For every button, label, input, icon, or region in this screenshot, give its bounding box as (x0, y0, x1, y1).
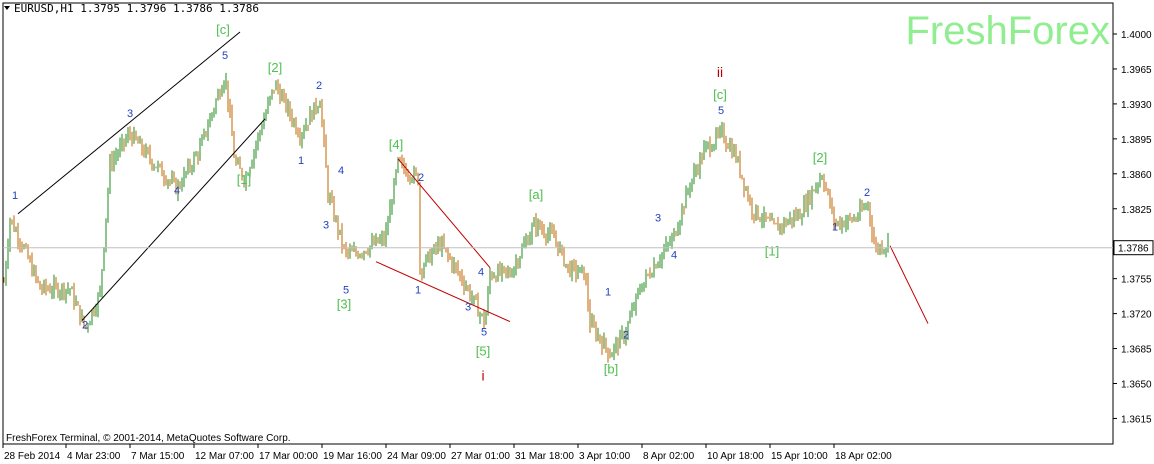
time-tick-label: 18 Apr 02:00 (835, 451, 892, 462)
watermark: FreshForex (906, 9, 1111, 53)
wave-label: [a] (529, 187, 543, 202)
wave-labels: 12345[c][1][2]12345[3][4]21345[5]i[a]12[… (12, 22, 870, 384)
time-tick-label: 15 Apr 10:00 (771, 451, 828, 462)
time-tick-label: 24 Mar 09:00 (387, 451, 446, 462)
wave-label: [b] (604, 362, 618, 377)
price-chart[interactable]: 12345[c][1][2]12345[3][4]21345[5]i[a]12[… (0, 0, 1154, 464)
price-tick-label: 1.3895 (1121, 135, 1152, 146)
wave-label: 4 (478, 267, 484, 279)
wave-label: [c] (713, 87, 727, 102)
wave-label: [1] (237, 172, 251, 187)
wave-label: 2 (864, 187, 870, 199)
time-tick-label: 8 Apr 02:00 (643, 451, 695, 462)
copyright-text: FreshForex Terminal, © 2001-2014, MetaQu… (6, 433, 291, 444)
trend-lines (17, 31, 929, 324)
wave-label: 3 (323, 220, 329, 232)
wave-label: i (481, 368, 484, 384)
axes: 1.4000 1.3965 1.3930 1.3895 1.3860 1.3825 1.37… (2, 2, 1154, 462)
wave-label: 4 (174, 185, 180, 197)
current-price-label: 1.3786 (1118, 244, 1149, 255)
price-tick-label: 1.3685 (1121, 345, 1152, 356)
wave-label: 5 (222, 50, 228, 62)
channel-line (397, 158, 491, 268)
wave-label: [3] (337, 297, 351, 312)
wave-label: [4] (389, 137, 403, 152)
trend-line (81, 118, 266, 321)
price-tick-label: 1.3615 (1121, 414, 1152, 425)
time-tick-label: 17 Mar 00:00 (259, 451, 318, 462)
wave-label: [1] (765, 244, 779, 259)
price-tick-label: 1.3965 (1121, 65, 1152, 76)
time-tick-label: 27 Mar 01:00 (451, 451, 510, 462)
wave-label: 4 (338, 165, 344, 177)
time-tick-label: 19 Mar 16:00 (323, 451, 382, 462)
wave-label: 5 (343, 285, 349, 297)
symbol-info: EURUSD,H1 1.3795 1.3796 1.3786 1.3786 (14, 2, 259, 15)
wave-label: 2 (623, 330, 629, 342)
time-tick-label: 7 Mar 15:00 (131, 451, 185, 462)
wave-label: 3 (465, 302, 471, 314)
price-tick-label: 1.3825 (1121, 205, 1152, 216)
wave-label: 1 (605, 287, 611, 299)
price-tick-label: 1.3755 (1121, 275, 1152, 286)
wave-label: 3 (655, 213, 661, 225)
time-tick-label: 3 Apr 10:00 (579, 451, 631, 462)
time-tick-label: 28 Feb 2014 (4, 451, 61, 462)
wave-label: 5 (718, 105, 724, 117)
wave-label: 4 (671, 250, 677, 262)
wave-label: 1 (298, 155, 304, 167)
wave-label: [2] (268, 60, 282, 75)
wave-label: 2 (418, 172, 424, 184)
trend-line (17, 31, 241, 215)
wave-label: [c] (216, 22, 230, 37)
wave-label: 1 (12, 190, 18, 202)
wave-label: 2 (82, 320, 88, 332)
wave-label: 2 (316, 80, 322, 92)
wave-label: ii (717, 64, 723, 80)
wave-label: 5 (481, 327, 487, 339)
wave-label: 3 (127, 108, 133, 120)
price-tick-label: 1.4000 (1121, 30, 1152, 41)
price-tick-label: 1.3650 (1121, 380, 1152, 391)
time-tick-label: 31 Mar 18:00 (515, 451, 574, 462)
projection-line (889, 245, 929, 324)
wave-label: [5] (476, 344, 490, 359)
time-tick-label: 4 Mar 23:00 (67, 451, 121, 462)
price-tick-label: 1.3930 (1121, 100, 1152, 111)
time-tick-label: 12 Mar 07:00 (195, 451, 254, 462)
wave-label: [2] (813, 150, 827, 165)
menu-arrow-icon[interactable] (4, 6, 10, 10)
wave-label: 1 (832, 222, 838, 234)
price-tick-label: 1.3860 (1121, 170, 1152, 181)
price-tick-label: 1.3720 (1121, 310, 1152, 321)
wave-label: 1 (415, 285, 421, 297)
time-tick-label: 10 Apr 18:00 (707, 451, 764, 462)
